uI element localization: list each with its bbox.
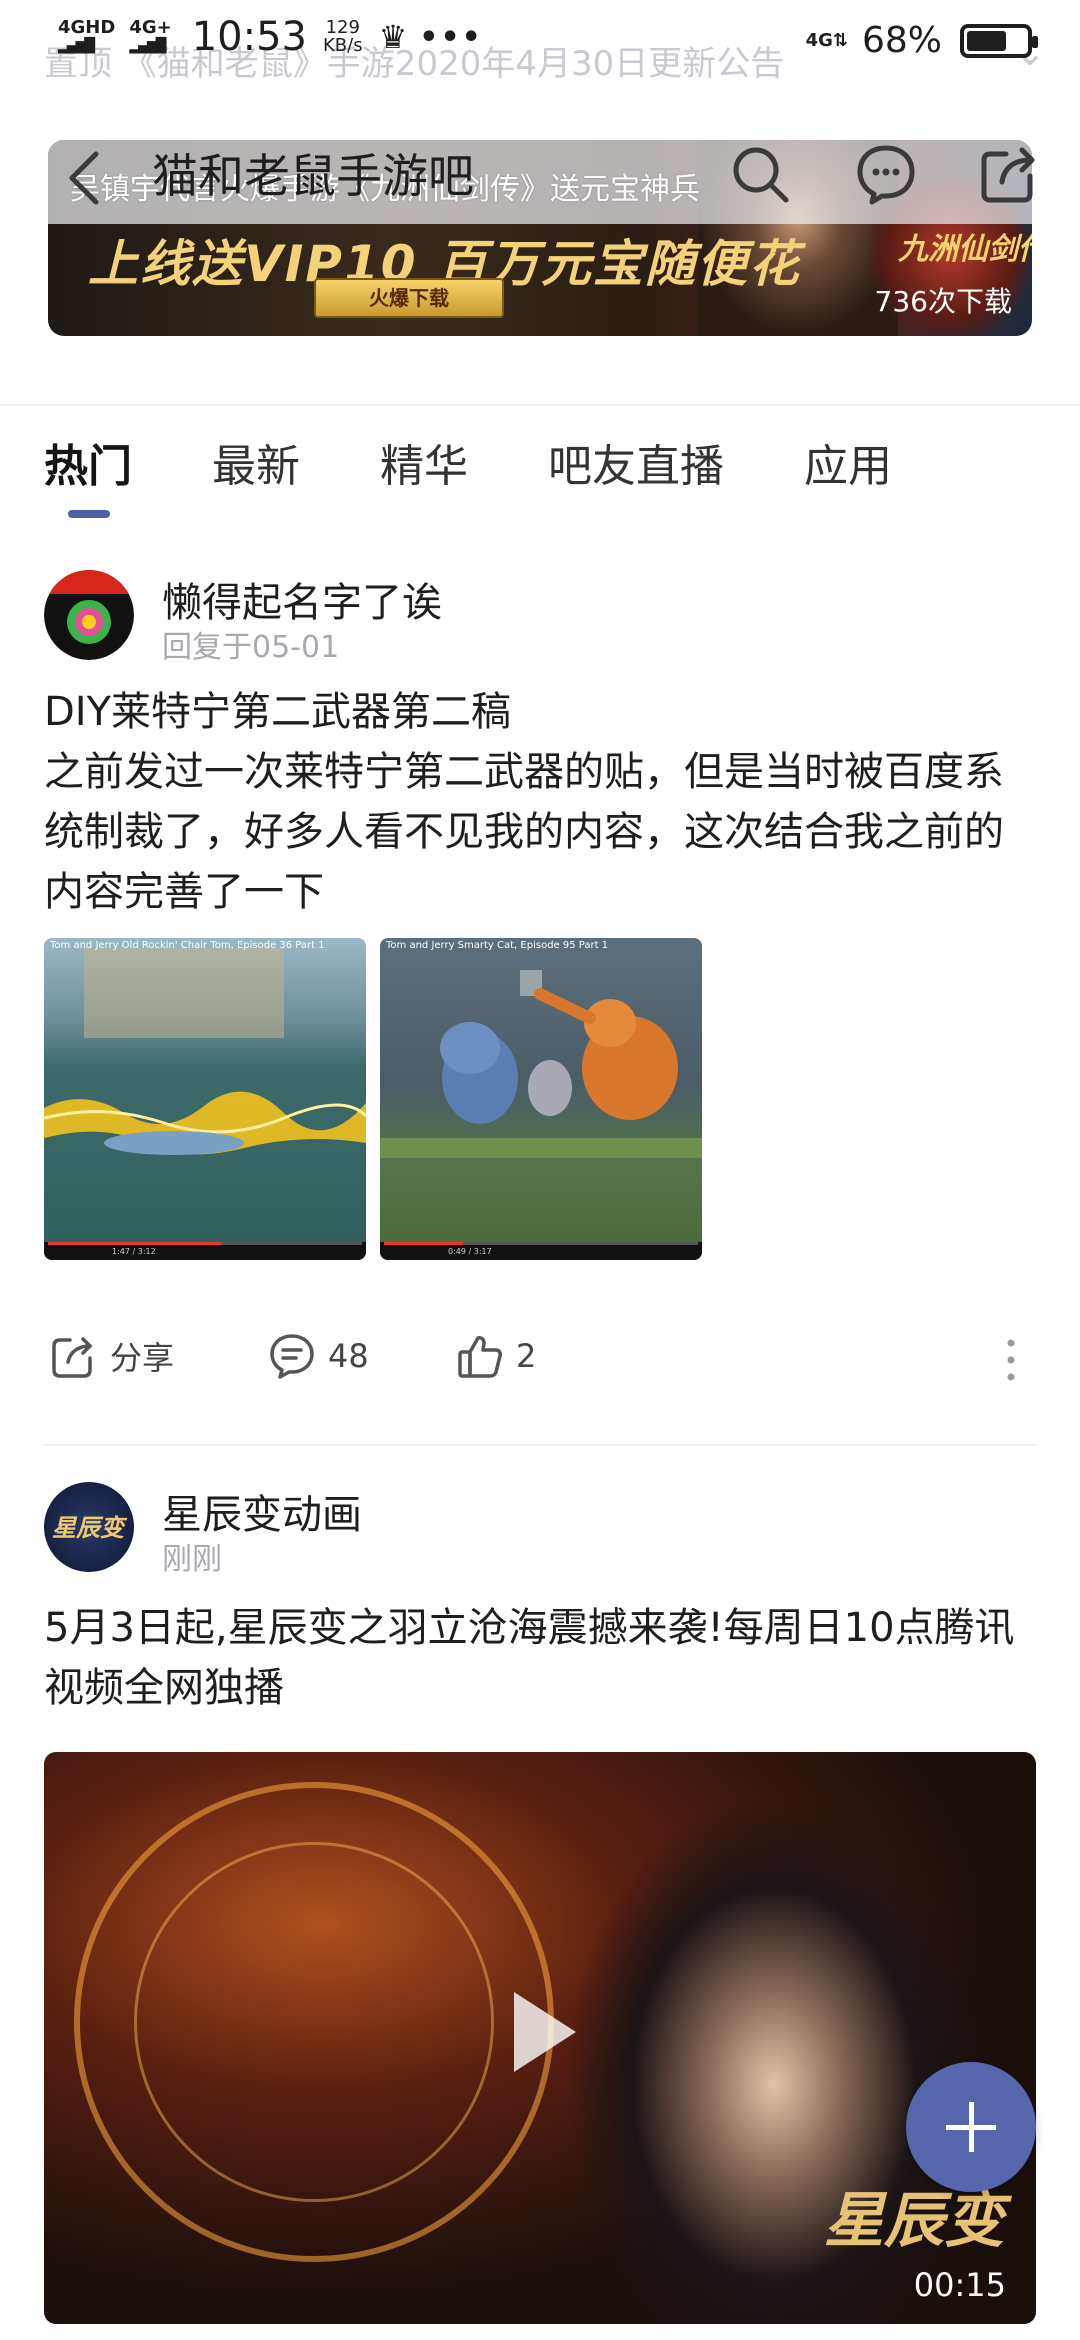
crown-icon: ♛ [378,18,408,56]
post-divider [44,1444,1036,1446]
comment-count: 48 [328,1337,369,1375]
avatar[interactable]: 星辰变 [44,1482,134,1572]
image-caption: Tom and Jerry Smarty Cat, Episode 95 Par… [386,940,609,951]
like-button[interactable]: 2 [456,1332,536,1380]
status-bar: 4GHD ▂▄▆█ 4G+ ▂▄▆█ 10:53 129 KB/s ♛ ••• … [0,0,1080,84]
back-icon[interactable] [64,148,104,208]
banner-game-logo: 九洲仙剑传 [898,232,1032,267]
video-timestamp: 0:49 / 3:17 [448,1247,492,1256]
banner-download-count: 736次下载 [874,285,1012,318]
tab-latest[interactable]: 最新 [212,430,300,520]
post-video[interactable]: 星辰变 00:15 [44,1752,1036,2324]
post-body[interactable]: 5月3日起,星辰变之羽立沧海震撼来袭!每周日10点腾讯视频全网独播 [44,1598,1036,1718]
comment-button[interactable]: 48 [268,1332,369,1380]
post-title[interactable]: DIY莱特宁第二武器第二稿 [44,682,1036,742]
image-caption: Tom and Jerry Old Rockin' Chair Tom, Epi… [50,940,325,951]
network-indicator-2: 4G+ ▂▄▆█ [129,17,172,55]
post-image[interactable]: Tom and Jerry Old Rockin' Chair Tom, Epi… [44,938,366,1260]
tab-featured[interactable]: 精华 [380,430,468,520]
network-indicator-3: 4G⇅ [805,30,848,51]
video-controls: 0:49 / 3:17 [380,1242,702,1260]
clock: 10:53 [191,14,307,60]
tab-bar: 热门 最新 精华 吧友直播 应用 [44,430,972,520]
tab-live[interactable]: 吧友直播 [548,430,724,520]
search-icon[interactable] [728,142,792,206]
post-body[interactable]: 之前发过一次莱特宁第二武器的贴，但是当时被百度系统制裁了，好多人看不见我的内容，… [44,742,1036,922]
avatar[interactable] [44,570,134,660]
video-decoration [134,1842,494,2202]
tab-apps[interactable]: 应用 [804,430,892,520]
more-notifications-icon: ••• [419,19,483,55]
share-button[interactable]: 分享 [50,1332,174,1380]
post-author[interactable]: 星辰变动画 [162,1482,362,1540]
tab-active-indicator [68,510,110,518]
message-icon[interactable] [854,142,918,206]
comment-icon [270,1334,314,1379]
share-icon [52,1337,92,1378]
signal-icon: ▂▄▆█ [129,38,166,54]
video-timestamp: 1:47 / 3:12 [112,1247,156,1256]
share-label: 分享 [110,1339,175,1377]
network-speed: 129 KB/s [322,17,363,56]
signal-icon: ▂▄▆█ [58,38,95,54]
create-post-button[interactable] [906,2062,1036,2192]
battery-percent: 68% [861,20,942,61]
tab-hot[interactable]: 热门 [44,430,132,520]
title-bar: 猫和老鼠手游吧 [0,130,1080,230]
video-duration: 00:15 [913,2266,1006,2304]
share-icon[interactable] [978,142,1042,206]
more-options-icon[interactable] [1006,1338,1016,1382]
battery-icon [960,23,1038,58]
network-indicator-1: 4GHD ▂▄▆█ [58,17,116,55]
like-count: 2 [516,1337,537,1375]
post-author[interactable]: 懒得起名字了诶 [162,570,442,628]
section-separator [0,404,1080,406]
play-icon[interactable] [514,1992,576,2072]
post-actions: 分享 48 2 [44,1332,1036,1392]
video-controls: 1:47 / 3:12 [44,1242,366,1260]
thumbs-up-icon [458,1336,502,1378]
forum-title: 猫和老鼠手游吧 [152,149,474,203]
post-image[interactable]: Tom and Jerry Smarty Cat, Episode 95 Par… [380,938,702,1260]
post-meta: 回复于05-01 [162,630,340,665]
banner-download-button[interactable]: 火爆下载 [314,278,504,318]
post-meta: 刚刚 [162,1542,222,1577]
